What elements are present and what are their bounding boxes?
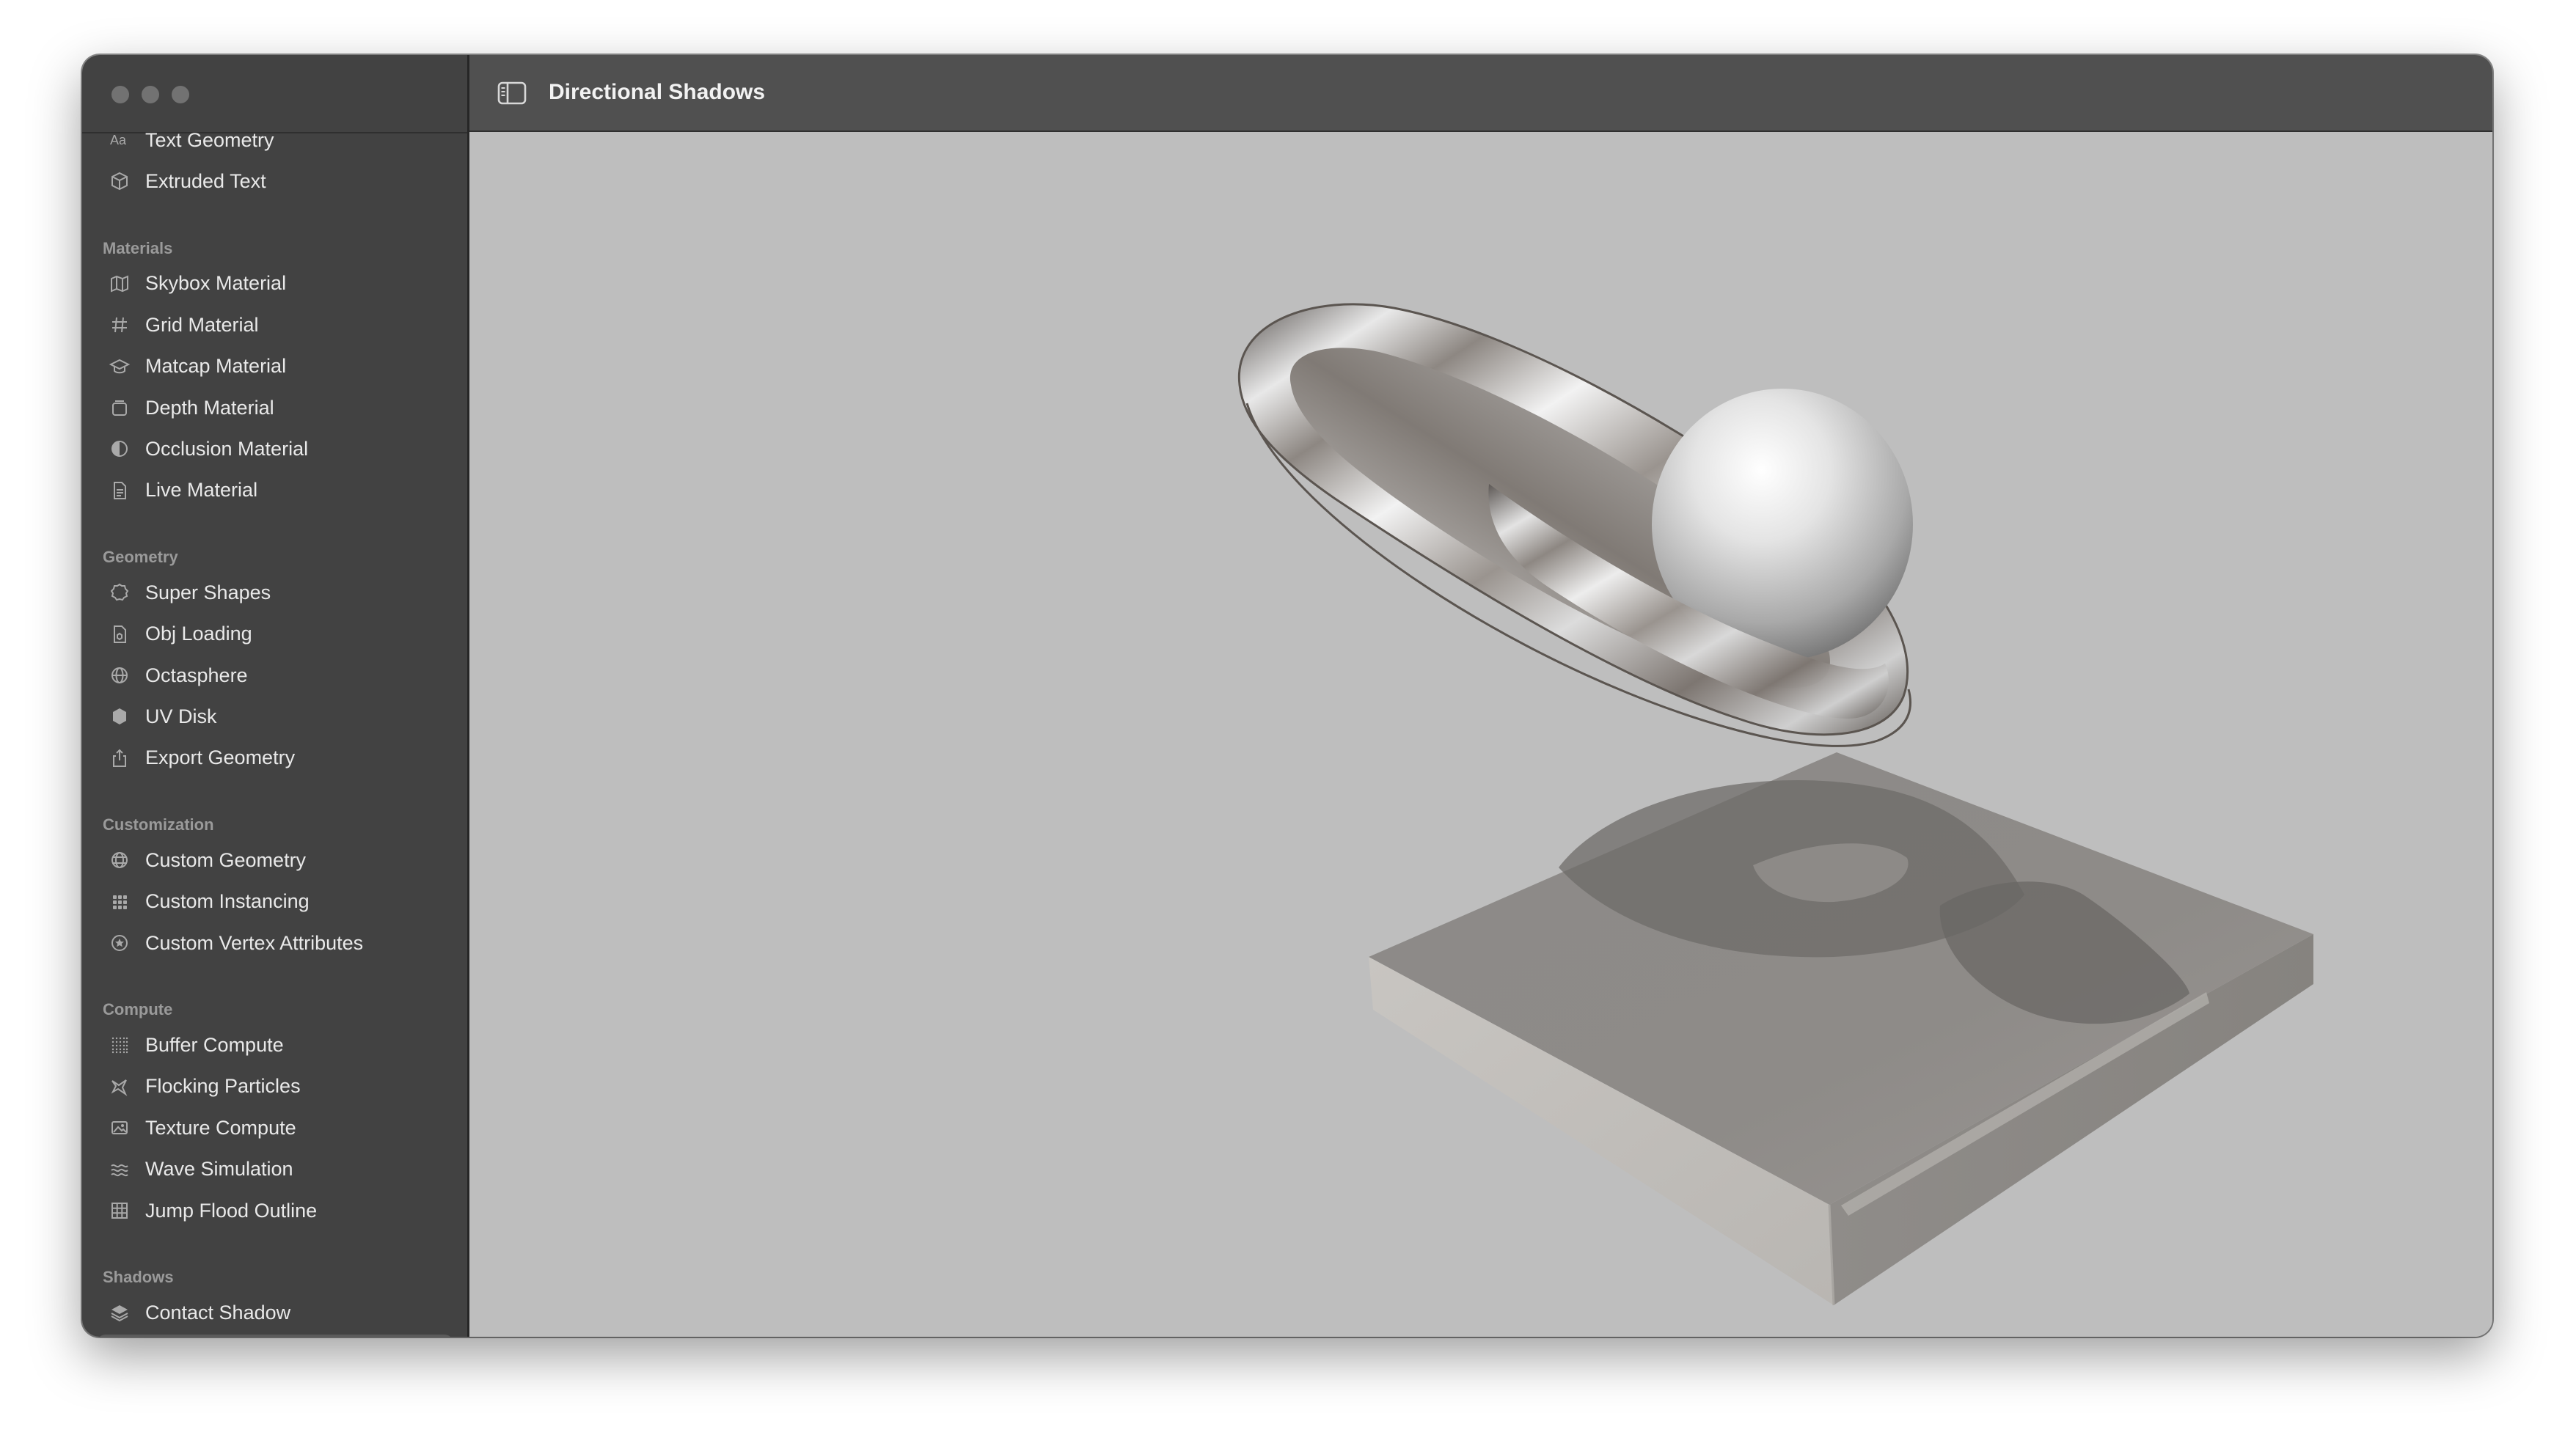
zoom-window-button[interactable] [172,86,189,103]
square-stack-icon [109,397,131,419]
document-3d-icon [109,623,131,645]
sidebar-item-flocking-particles[interactable]: Flocking Particles [97,1067,453,1106]
sidebar-item-jump-flood-outline[interactable]: Jump Flood Outline [97,1191,453,1230]
circle-star-icon [109,932,131,954]
circle-half-icon [109,438,131,460]
sidebar-item-super-shapes[interactable]: Super Shapes [97,573,453,612]
app-window: Aa Text Geometry Extruded Text Materials Sky… [82,55,2492,1337]
sidebar-item-label: Flocking Particles [145,1075,301,1098]
sidebar-item-label: Skybox Material [145,272,287,295]
sidebar-item-export-geometry[interactable]: Export Geometry [97,738,453,778]
sidebar-item-label: Wave Simulation [145,1158,293,1181]
section-header-shadows: Shadows [103,1268,174,1287]
layers-icon [109,1302,131,1324]
sidebar: Aa Text Geometry Extruded Text Materials Sky… [82,55,469,1337]
sidebar-item-extruded-text[interactable]: Extruded Text [97,161,453,201]
sidebar-item-label: Super Shapes [145,581,271,603]
square-grid-icon [109,891,131,913]
3d-scene[interactable] [469,132,2492,1337]
sidebar-item-custom-geometry[interactable]: Custom Geometry [97,840,453,880]
sidebar-item-label: Grid Material [145,313,259,336]
sidebar-item-contact-shadow[interactable]: Contact Shadow [97,1293,453,1332]
globe-grid-icon [109,849,131,871]
sidebar-item-label: Matcap Material [145,355,287,378]
dots-grid-icon [109,1034,131,1056]
grid-icon [109,1200,131,1222]
sidebar-item-octasphere[interactable]: Octasphere [97,656,453,695]
sidebar-item-text-geometry[interactable]: Aa Text Geometry [97,120,453,160]
svg-text:Aa: Aa [110,133,127,147]
sidebar-item-skybox-material[interactable]: Skybox Material [97,264,453,304]
sidebar-item-live-material[interactable]: Live Material [97,471,453,510]
sidebar-item-wave-simulation[interactable]: Wave Simulation [97,1150,453,1189]
globe-icon [109,664,131,686]
sidebar-item-label: Export Geometry [145,746,296,769]
sidebar-item-buffer-compute[interactable]: Buffer Compute [97,1025,453,1065]
sidebar-item-grid-material[interactable]: Grid Material [97,305,453,345]
sidebar-item-label: Contact Shadow [145,1301,291,1324]
map-icon [109,273,131,295]
window-controls [111,86,189,103]
sidebar-item-uv-disk[interactable]: UV Disk [97,697,453,736]
sidebar-item-obj-loading[interactable]: Obj Loading [97,614,453,654]
sidebar-item-label: Occlusion Material [145,437,309,460]
minimize-window-button[interactable] [142,86,159,103]
sidebar-toggle-icon[interactable] [497,81,527,105]
hexagon-icon [109,705,131,727]
section-header-geometry: Geometry [103,548,178,567]
seal-icon [109,581,131,603]
sidebar-item-label: Custom Instancing [145,890,310,913]
toolbar: Directional Shadows [469,55,2492,132]
close-window-button[interactable] [111,86,129,103]
sidebar-item-label: Text Geometry [145,128,274,151]
sidebar-item-depth-material[interactable]: Depth Material [97,388,453,427]
section-header-compute: Compute [103,1000,173,1019]
sidebar-item-custom-vertex-attributes[interactable]: Custom Vertex Attributes [97,923,453,963]
number-sign-icon [109,314,131,336]
section-header-materials: Materials [103,238,173,257]
document-icon [109,480,131,502]
sidebar-item-label: Octasphere [145,664,248,686]
sidebar-item-occlusion-material[interactable]: Occlusion Material [97,429,453,469]
sidebar-item-label: Custom Vertex Attributes [145,931,364,954]
bird-icon [109,1076,131,1098]
sidebar-item-label: Jump Flood Outline [145,1199,318,1222]
sidebar-item-label: Depth Material [145,396,274,419]
wave-icon [109,1159,131,1181]
sidebar-item-matcap-material[interactable]: Matcap Material [97,347,453,386]
sidebar-item-texture-compute[interactable]: Texture Compute [97,1108,453,1148]
sidebar-item-directional-shadow[interactable]: Directional Shadow [97,1334,453,1337]
cube-outline-icon [109,170,131,192]
photo-icon [109,1117,131,1139]
text-glyph-icon: Aa [109,129,131,151]
sidebar-item-label: Custom Geometry [145,848,307,871]
sidebar-item-custom-instancing[interactable]: Custom Instancing [97,882,453,922]
graduation-cap-icon [109,356,131,378]
sidebar-item-label: Obj Loading [145,623,252,645]
share-icon [109,747,131,769]
section-header-customization: Customization [103,815,214,834]
sidebar-item-label: Live Material [145,479,258,502]
render-viewport[interactable] [469,132,2492,1337]
sidebar-item-label: Buffer Compute [145,1033,284,1056]
page-title: Directional Shadows [549,80,766,104]
sidebar-item-label: Extruded Text [145,169,266,192]
sidebar-item-label: Texture Compute [145,1116,296,1139]
sidebar-item-label: UV Disk [145,705,217,727]
